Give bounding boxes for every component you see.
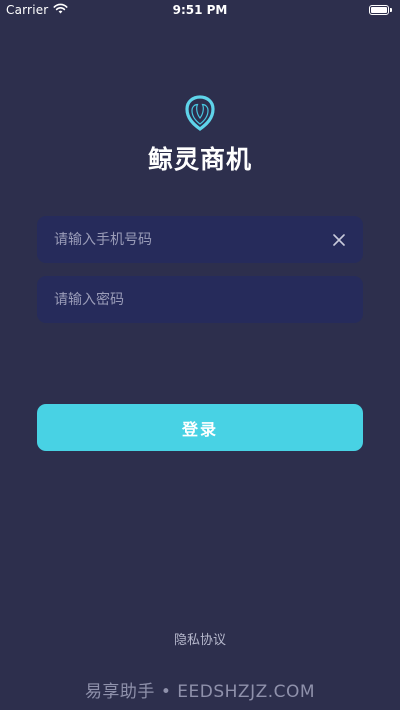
close-icon[interactable] xyxy=(331,232,347,248)
battery-icon xyxy=(369,5,392,15)
app-logo-icon xyxy=(184,94,216,132)
login-button[interactable]: 登录 xyxy=(37,404,363,451)
password-input[interactable] xyxy=(54,276,347,323)
battery-level xyxy=(371,7,387,13)
status-time: 9:51 PM xyxy=(172,3,228,17)
password-field[interactable] xyxy=(37,276,363,323)
battery-tip xyxy=(390,8,392,12)
phone-field[interactable] xyxy=(37,216,363,263)
watermark-text: 易享助手 • EEDSHZJZ.COM xyxy=(84,682,316,702)
phone-input[interactable] xyxy=(54,216,331,263)
privacy-agreement-link[interactable]: 隐私协议 xyxy=(0,629,400,648)
app-title: 鲸灵商机 xyxy=(147,145,252,174)
status-bar: Carrier 9:51 PM xyxy=(0,0,400,22)
